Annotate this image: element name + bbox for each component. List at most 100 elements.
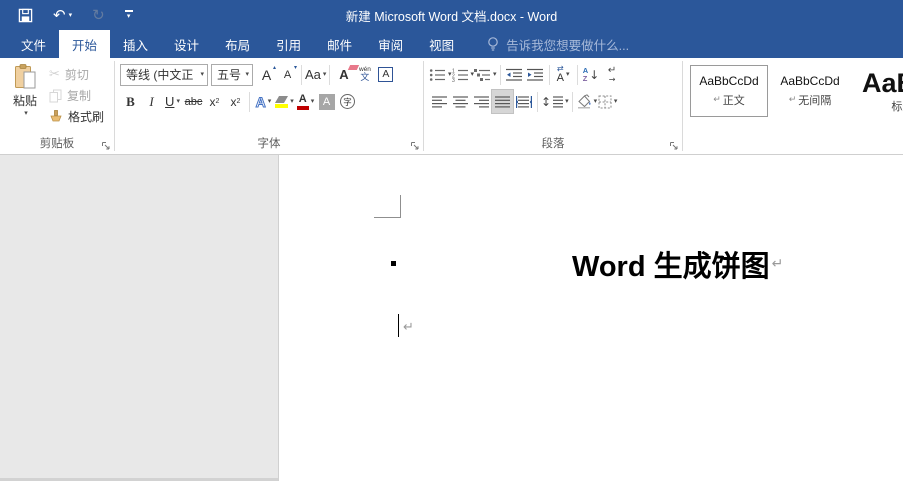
align-center-button[interactable] — [450, 90, 471, 113]
format-painter-label: 格式刷 — [68, 108, 104, 125]
shading-button[interactable]: ▾ — [576, 90, 598, 113]
chevron-down-icon[interactable]: ▾ — [69, 12, 73, 19]
italic-button[interactable]: I — [141, 90, 162, 113]
phonetic-guide-button[interactable]: wén 文 — [354, 63, 375, 86]
chevron-down-icon: ▾ — [323, 71, 327, 78]
qat-customize-button[interactable]: ▾ — [125, 10, 133, 20]
style-preview: AaBbC — [862, 68, 903, 94]
clear-formatting-button[interactable]: A — [333, 63, 354, 86]
tab-review[interactable]: 审阅 — [365, 30, 416, 58]
superscript-button[interactable]: x2 — [225, 90, 246, 113]
redo-button[interactable]: ↻ — [92, 8, 105, 23]
increase-indent-icon — [527, 68, 544, 82]
bullets-button[interactable]: ▾ — [429, 63, 452, 86]
multilevel-list-icon — [474, 68, 491, 82]
text-highlight-button[interactable]: ▾ — [274, 90, 295, 113]
sort-button[interactable]: AZ ↓ — [581, 63, 602, 86]
style-preview: AaBbCcDd — [780, 74, 839, 88]
paragraph-group-label: 段落 — [427, 137, 679, 154]
font-color-button[interactable]: A ▾ — [295, 90, 316, 113]
paragraph-mark-icon: ↵ → — [608, 66, 616, 84]
line-spacing-button[interactable]: ↕ ▾ — [541, 90, 569, 113]
chevron-down-icon: ▾ — [24, 110, 28, 117]
paragraph-dialog-launcher[interactable] — [669, 141, 679, 151]
paragraph-group: ▾ 123 ▾ ▾ — [424, 58, 682, 154]
justify-button[interactable] — [492, 90, 513, 113]
text-cursor — [398, 314, 399, 337]
tab-layout[interactable]: 布局 — [212, 30, 263, 58]
style-heading-1[interactable]: AaBbC 标题 1 — [852, 65, 903, 117]
underline-button[interactable]: U▾ — [162, 90, 183, 113]
pilcrow-icon: ↵ — [789, 95, 797, 105]
margin-corner-mark — [374, 217, 401, 218]
asian-layout-button[interactable]: ⇄ A ▾ — [553, 63, 574, 86]
tab-mailings[interactable]: 邮件 — [314, 30, 365, 58]
tell-me-box[interactable]: 告诉我您想要做什么... — [487, 30, 629, 58]
enclose-characters-button[interactable]: 字 — [337, 90, 358, 113]
align-left-button[interactable] — [429, 90, 450, 113]
ribbon: 粘贴 ▾ ✂ 剪切 复制 — [0, 58, 903, 155]
shrink-font-button[interactable]: A▾ — [277, 63, 298, 86]
paragraph-mark-icon: ↵ — [403, 320, 414, 335]
bold-button[interactable]: B — [120, 90, 141, 113]
character-border-button[interactable]: A — [375, 63, 396, 86]
strikethrough-button[interactable]: abc — [183, 90, 204, 113]
multilevel-list-button[interactable]: ▾ — [474, 63, 497, 86]
format-painter-button[interactable]: 格式刷 — [49, 108, 104, 125]
chevron-down-icon: ▾ — [125, 10, 133, 20]
distribute-button[interactable] — [513, 90, 534, 113]
copy-button[interactable]: 复制 — [49, 87, 104, 104]
font-name-combo[interactable]: 等线 (中文正 ▾ — [120, 64, 208, 86]
tab-view[interactable]: 视图 — [416, 30, 467, 58]
text-effects-button[interactable]: A▾ — [253, 90, 274, 113]
style-no-spacing[interactable]: AaBbCcDd ↵无间隔 — [771, 65, 849, 117]
font-size-combo[interactable]: 五号 ▾ — [211, 64, 253, 86]
window-title: 新建 Microsoft Word 文档.docx - Word — [0, 6, 903, 25]
tab-home[interactable]: 开始 — [59, 30, 110, 58]
style-name: 无间隔 — [798, 92, 831, 108]
clipboard-dialog-launcher[interactable] — [101, 141, 111, 151]
cut-button[interactable]: ✂ 剪切 — [49, 66, 104, 83]
tell-me-placeholder: 告诉我您想要做什么... — [506, 35, 629, 54]
decrease-indent-button[interactable] — [504, 63, 525, 86]
undo-button[interactable]: ↶ ▾ — [53, 8, 72, 23]
tab-design[interactable]: 设计 — [161, 30, 212, 58]
grow-font-label: A — [262, 67, 271, 83]
line-spacing-icon: ↕ — [541, 95, 563, 109]
pilcrow-icon: ↵ — [713, 95, 721, 105]
character-shading-button[interactable]: A — [316, 90, 337, 113]
grow-font-button[interactable]: A▴ — [256, 63, 277, 86]
distribute-icon — [516, 96, 532, 108]
highlighter-icon — [275, 96, 288, 108]
title-bar: ↶ ▾ ↻ ▾ 新建 Microsoft Word 文档.docx - Word — [0, 0, 903, 30]
tab-references[interactable]: 引用 — [263, 30, 314, 58]
document-heading[interactable]: Word 生成饼图 ↵ — [572, 243, 783, 285]
decrease-indent-icon — [506, 68, 523, 82]
paste-icon — [13, 63, 38, 90]
numbering-button[interactable]: 123 ▾ — [452, 63, 475, 86]
underline-label: U — [165, 94, 174, 109]
align-right-button[interactable] — [471, 90, 492, 113]
show-hide-marks-button[interactable]: ↵ → — [602, 63, 623, 86]
sort-icon: AZ ↓ — [583, 67, 599, 82]
text-effects-icon: A — [256, 94, 266, 110]
save-button[interactable] — [18, 8, 33, 23]
chevron-down-icon: ▾ — [614, 98, 618, 105]
tab-file[interactable]: 文件 — [8, 30, 59, 58]
strikethrough-label: abc — [185, 96, 203, 108]
dialog-launcher-icon — [669, 141, 679, 151]
ribbon-tab-bar: 文件 开始 插入 设计 布局 引用 邮件 审阅 视图 告诉我您想要做什么... — [0, 30, 903, 58]
change-case-button[interactable]: Aa▾ — [305, 63, 326, 86]
chevron-down-icon: ▾ — [565, 98, 569, 105]
shrink-font-label: A — [284, 69, 291, 81]
tab-label: 审阅 — [378, 35, 403, 54]
font-dialog-launcher[interactable] — [410, 141, 420, 151]
paste-button[interactable]: 粘贴 ▾ — [3, 61, 47, 137]
style-normal[interactable]: AaBbCcDd ↵正文 — [690, 65, 768, 117]
document-page[interactable]: Word 生成饼图 ↵ ↵ — [278, 155, 903, 481]
tab-insert[interactable]: 插入 — [110, 30, 161, 58]
borders-button[interactable]: ▾ — [597, 90, 618, 113]
tab-label: 邮件 — [327, 35, 352, 54]
subscript-button[interactable]: x2 — [204, 90, 225, 113]
increase-indent-button[interactable] — [525, 63, 546, 86]
